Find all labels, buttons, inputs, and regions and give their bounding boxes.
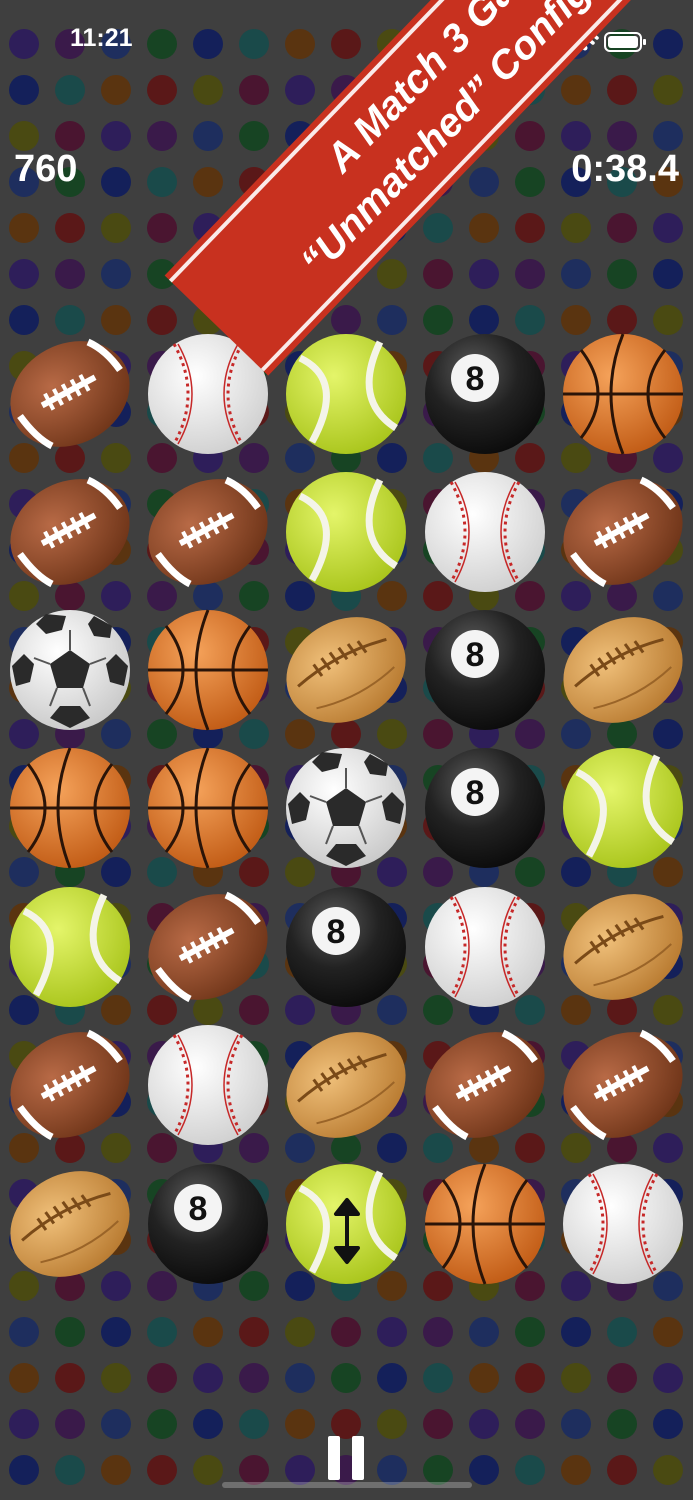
tile-basketball[interactable] [144, 744, 272, 872]
tile-rugby[interactable] [559, 606, 687, 734]
tile-football[interactable] [559, 1021, 687, 1149]
tile-eight-ball[interactable]: 8 [421, 744, 549, 872]
tile-baseball[interactable] [144, 330, 272, 458]
tile-football[interactable] [421, 1021, 549, 1149]
svg-text:8: 8 [466, 360, 485, 398]
tile-rugby[interactable] [6, 1160, 134, 1288]
pause-button[interactable] [326, 1436, 366, 1480]
tile-tennis[interactable] [6, 883, 134, 1011]
tile-football[interactable] [6, 468, 134, 596]
swap-vertical-icon [322, 1196, 372, 1266]
tile-football[interactable] [559, 468, 687, 596]
tile-tennis[interactable] [559, 744, 687, 872]
tile-baseball[interactable] [421, 883, 549, 1011]
tile-basketball[interactable] [559, 330, 687, 458]
home-indicator [222, 1482, 472, 1488]
tile-baseball[interactable] [421, 468, 549, 596]
svg-text:8: 8 [466, 636, 485, 674]
tile-basketball[interactable] [421, 1160, 549, 1288]
tile-rugby[interactable] [282, 606, 410, 734]
tile-baseball[interactable] [559, 1160, 687, 1288]
tile-basketball[interactable] [144, 606, 272, 734]
tile-eight-ball[interactable]: 8 [421, 606, 549, 734]
tile-baseball[interactable] [144, 1021, 272, 1149]
svg-text:8: 8 [327, 913, 346, 951]
tile-football[interactable] [6, 330, 134, 458]
tile-soccer[interactable] [282, 744, 410, 872]
status-time: 11:21 [70, 24, 133, 52]
svg-text:8: 8 [189, 1190, 208, 1228]
tile-rugby[interactable] [559, 883, 687, 1011]
score-display: 760 [14, 148, 78, 190]
tile-football[interactable] [6, 1021, 134, 1149]
tile-eight-ball[interactable]: 8 [421, 330, 549, 458]
tile-basketball[interactable] [6, 744, 134, 872]
signal-icon [531, 45, 560, 50]
battery-icon [604, 32, 646, 52]
tile-rugby[interactable] [282, 1021, 410, 1149]
tile-football[interactable] [144, 883, 272, 1011]
tile-eight-ball[interactable]: 8 [282, 883, 410, 1011]
tile-soccer[interactable] [6, 606, 134, 734]
status-icons [519, 28, 649, 54]
tile-tennis[interactable] [282, 468, 410, 596]
tile-tennis[interactable] [282, 330, 410, 458]
svg-text:8: 8 [466, 774, 485, 812]
status-bar: 11:21 [0, 0, 693, 80]
wifi-icon [571, 31, 599, 51]
timer-display: 0:38.4 [571, 148, 679, 190]
tile-football[interactable] [144, 468, 272, 596]
tile-eight-ball[interactable]: 8 [144, 1160, 272, 1288]
pause-icon [328, 1436, 340, 1480]
